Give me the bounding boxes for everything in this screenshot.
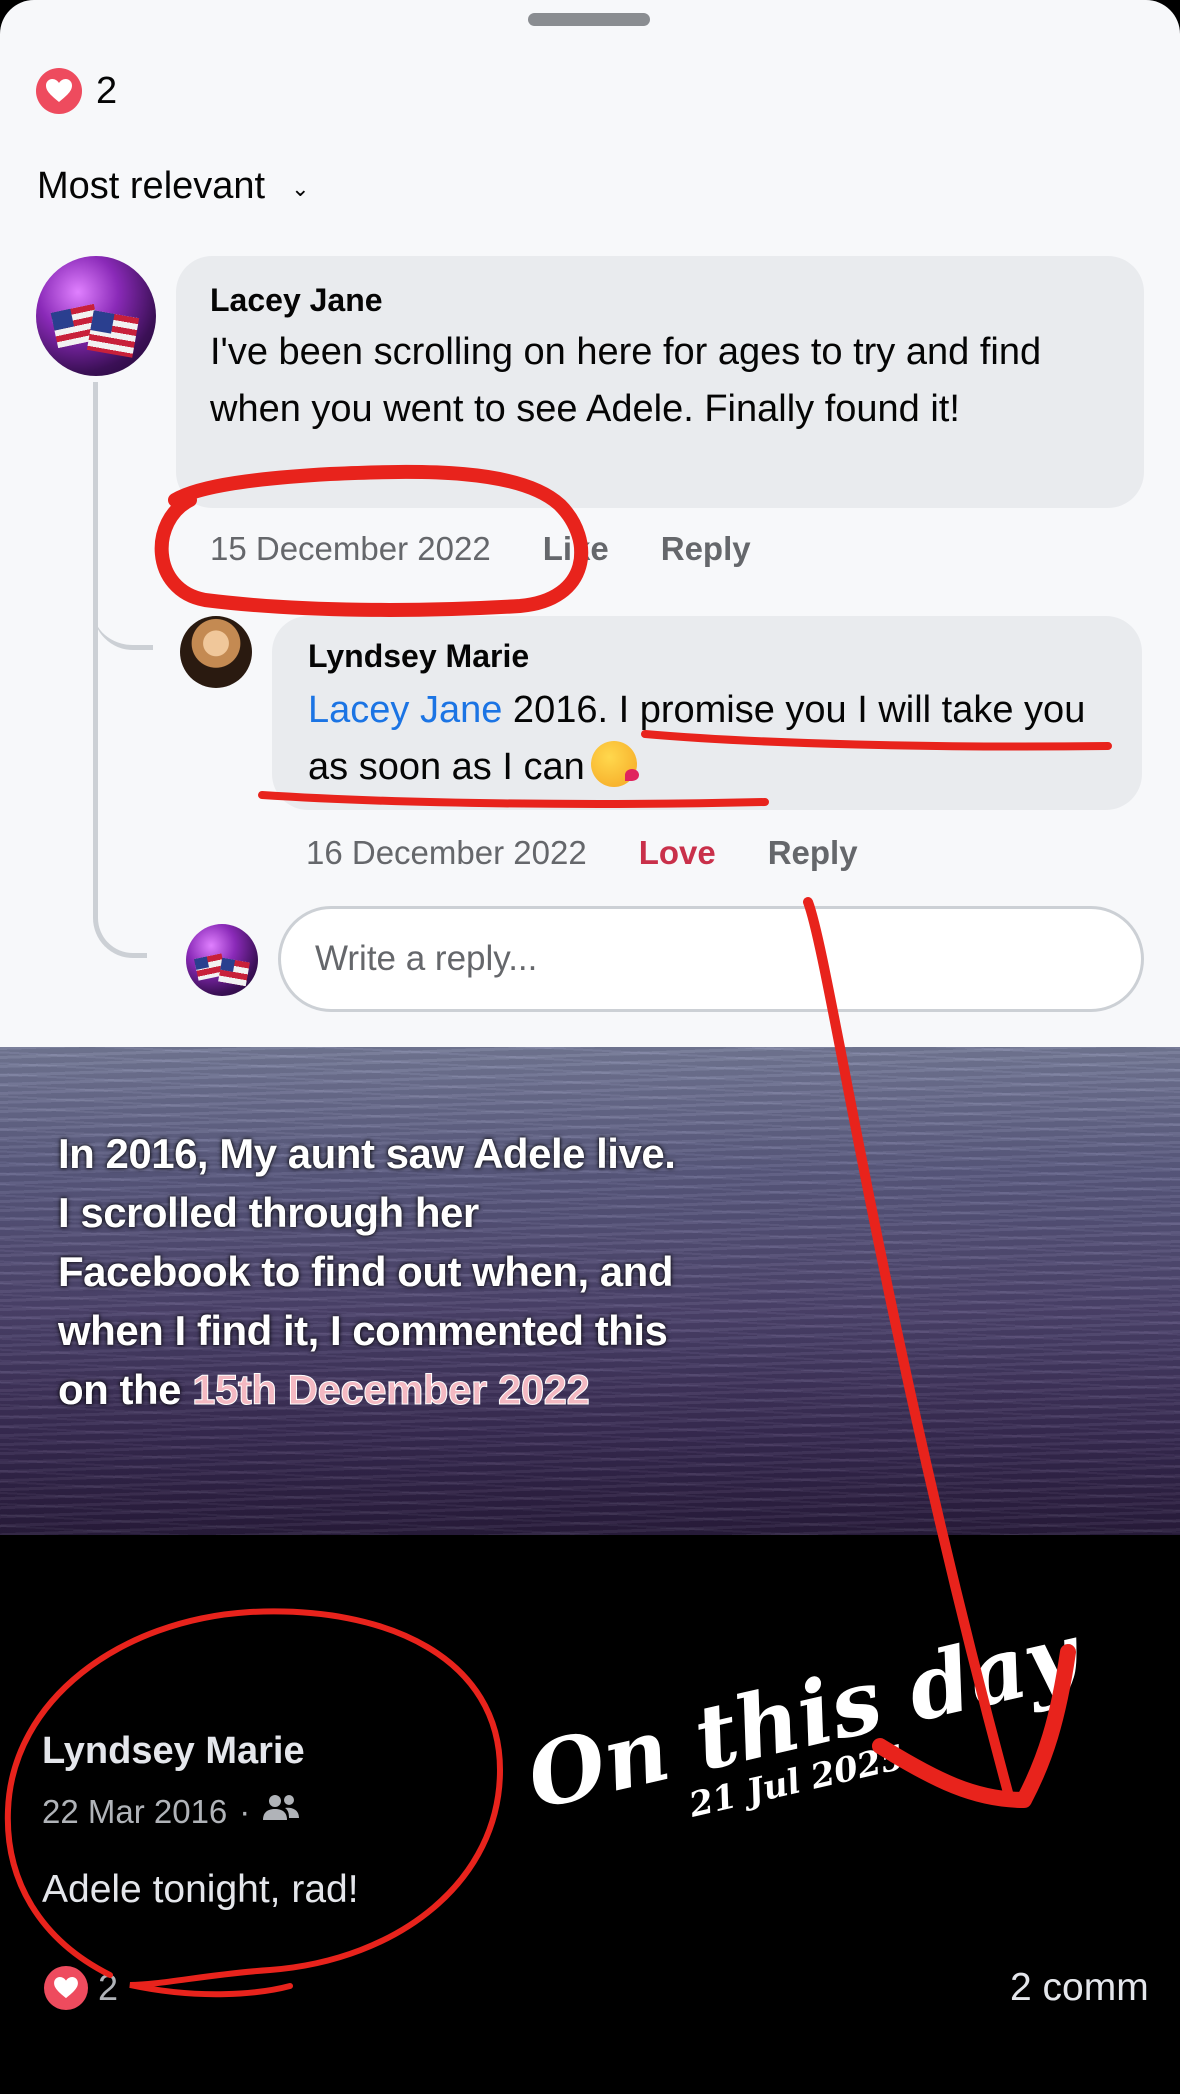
reply-button[interactable]: Reply [661, 530, 751, 568]
reply-bubble: Lyndsey Marie Lacey Jane 2016. I promise… [272, 616, 1142, 810]
reply-author[interactable]: Lyndsey Marie [308, 638, 529, 675]
reply-input[interactable]: Write a reply... [278, 906, 1144, 1012]
sort-label: Most relevant [37, 165, 266, 207]
love-reaction-icon [44, 1966, 88, 2010]
post-date[interactable]: 22 Mar 2016 [42, 1793, 227, 1831]
avatar[interactable] [180, 616, 252, 688]
love-reaction-icon [36, 68, 82, 114]
reply-actions: 16 December 2022 Love Reply [306, 834, 858, 872]
post-meta: 22 Mar 2016 · [42, 1793, 300, 1831]
comments-count-link[interactable]: 2 comm [1010, 1966, 1149, 2010]
on-this-day-overlay: On this day 21 Jul 2025 [500, 1515, 1134, 1864]
flag-graphic [86, 310, 140, 358]
video-caption: In 2016, My aunt saw Adele live. I scrol… [58, 1124, 678, 1419]
reaction-count: 2 [96, 69, 118, 112]
reply-button[interactable]: Reply [768, 834, 858, 872]
reply-date[interactable]: 16 December 2022 [306, 834, 587, 872]
comment-author[interactable]: Lacey Jane [210, 282, 383, 319]
like-button[interactable]: Like [543, 530, 609, 568]
comment-date[interactable]: 15 December 2022 [210, 530, 491, 568]
caption-highlight: 15th December 2022 [192, 1366, 591, 1414]
flag-graphic [218, 957, 250, 987]
comment-actions: 15 December 2022 Like Reply [210, 530, 751, 568]
post-author[interactable]: Lyndsey Marie [42, 1730, 305, 1773]
avatar [186, 924, 258, 996]
reply-text: Lacey Jane 2016. I promise you I will ta… [308, 682, 1128, 796]
avatar[interactable] [36, 256, 156, 376]
chevron-down-icon: ⌄ [291, 175, 310, 201]
friends-icon [262, 1793, 300, 1831]
post-reactions[interactable]: 2 [44, 1966, 118, 2010]
post-reaction-count: 2 [98, 1967, 119, 2008]
comment-bubble: Lacey Jane I've been scrolling on here f… [176, 256, 1144, 508]
post-text: Adele tonight, rad! [42, 1868, 359, 1911]
sort-dropdown[interactable]: Most relevant ⌄ [37, 165, 310, 208]
sheet-grab-handle[interactable] [528, 13, 650, 26]
reactions-summary[interactable]: 2 [36, 68, 117, 114]
meta-separator: · [239, 1793, 251, 1830]
kiss-emoji-icon [590, 741, 639, 787]
mention-link[interactable]: Lacey Jane [308, 689, 502, 731]
love-button[interactable]: Love [639, 834, 716, 872]
comment-text: I've been scrolling on here for ages to … [210, 331, 1042, 430]
thread-connector [93, 382, 147, 958]
comments-sheet: 2 Most relevant ⌄ Lacey Jane I've been s… [0, 0, 1180, 1047]
